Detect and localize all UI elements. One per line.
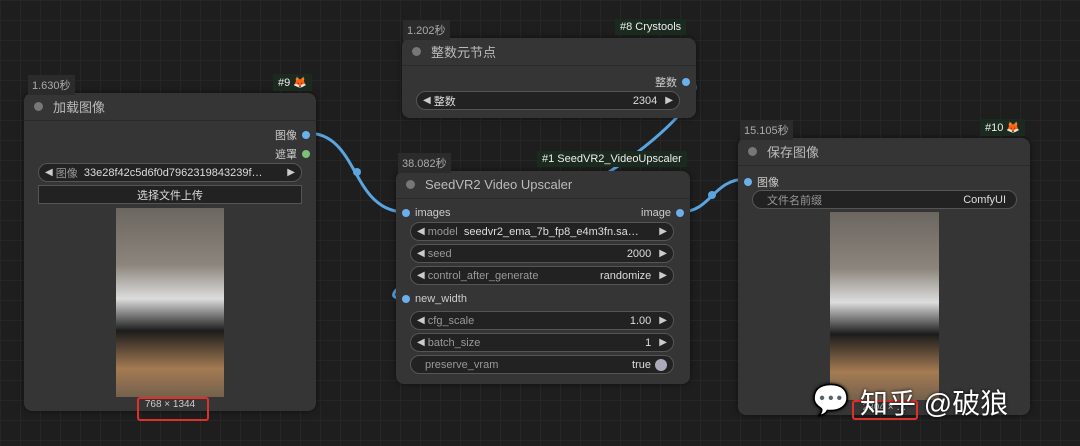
- node-badge: #1 SeedVR2_VideoUpscaler: [537, 151, 687, 167]
- image-combo[interactable]: ◀ 图像 33e28f42c5d6f0d7962319843239f… ▶: [38, 163, 302, 182]
- output-image[interactable]: image: [641, 207, 684, 219]
- node-title: 加载图像: [53, 100, 106, 115]
- collapse-dot-icon[interactable]: [406, 180, 415, 189]
- filename-prefix-widget[interactable]: 文件名前缀 ComfyUI: [752, 190, 1017, 209]
- load-image-node[interactable]: 加载图像 图像 遮罩 ◀ 图像 33e28f42c5d6f0d796231984…: [24, 93, 316, 411]
- collapse-dot-icon[interactable]: [748, 147, 757, 156]
- output-int[interactable]: 整数: [655, 74, 690, 90]
- collapse-dot-icon[interactable]: [412, 47, 421, 56]
- node-timer: 1.202秒: [403, 20, 450, 40]
- node-title: 保存图像: [767, 145, 820, 160]
- node-title: SeedVR2 Video Upscaler: [425, 177, 573, 192]
- node-title: 整数元节点: [431, 45, 497, 60]
- node-title-bar[interactable]: SeedVR2 Video Upscaler: [396, 171, 690, 199]
- cfg-scale-widget[interactable]: ◀ cfg_scale 1.00 ▶: [410, 311, 674, 330]
- control-after-generate-widget[interactable]: ◀ control_after_generate randomize ▶: [410, 266, 674, 285]
- node-title-bar[interactable]: 加载图像: [24, 93, 316, 121]
- node-badge: #10 🦊: [980, 119, 1026, 136]
- output-mask[interactable]: 遮罩: [275, 146, 310, 162]
- node-badge: #8 Crystools: [615, 19, 687, 35]
- arrow-right-icon: ▶: [287, 167, 295, 178]
- collapse-dot-icon[interactable]: [34, 102, 43, 111]
- arrow-left-icon: ◀: [423, 95, 431, 106]
- arrow-left-icon: ◀: [45, 167, 53, 178]
- toggle-knob-icon: [655, 358, 667, 371]
- node-title-bar[interactable]: 保存图像: [738, 138, 1030, 166]
- wechat-icon: 💬: [812, 384, 850, 417]
- link-midpoint: [353, 168, 361, 176]
- arrow-right-icon: ▶: [665, 95, 673, 106]
- node-title-bar[interactable]: 整数元节点: [402, 38, 696, 66]
- image-preview: [830, 212, 939, 400]
- seed-widget[interactable]: ◀ seed 2000 ▶: [410, 244, 674, 263]
- save-image-node[interactable]: 保存图像 图像 文件名前缀 ComfyUI 2304 × …: [738, 138, 1030, 415]
- model-widget[interactable]: ◀ model seedvr2_ema_7b_fp8_e4m3fn.sa… ▶: [410, 222, 674, 241]
- input-new-width[interactable]: new_width: [402, 293, 467, 305]
- node-badge: #9 🦊: [273, 74, 312, 91]
- node-timer: 38.082秒: [398, 153, 451, 173]
- input-image[interactable]: 图像: [744, 174, 779, 190]
- preserve-vram-toggle[interactable]: preserve_vram true: [410, 355, 674, 374]
- highlight-box: [137, 397, 209, 421]
- node-timer: 1.630秒: [28, 75, 75, 95]
- link-midpoint: [708, 191, 716, 199]
- int-node[interactable]: 整数元节点 整数 ◀ 整数 2304 ▶: [402, 38, 696, 118]
- image-preview: [116, 208, 224, 397]
- batch-size-widget[interactable]: ◀ batch_size 1 ▶: [410, 333, 674, 352]
- int-widget[interactable]: ◀ 整数 2304 ▶: [416, 91, 680, 110]
- node-timer: 15.105秒: [740, 120, 793, 140]
- watermark: 知乎 @破狼: [860, 388, 1009, 419]
- output-image[interactable]: 图像: [275, 127, 310, 143]
- upload-button[interactable]: 选择文件上传: [38, 185, 302, 204]
- input-images[interactable]: images: [402, 207, 450, 219]
- seedvr2-node[interactable]: SeedVR2 Video Upscaler images image ◀ mo…: [396, 171, 690, 384]
